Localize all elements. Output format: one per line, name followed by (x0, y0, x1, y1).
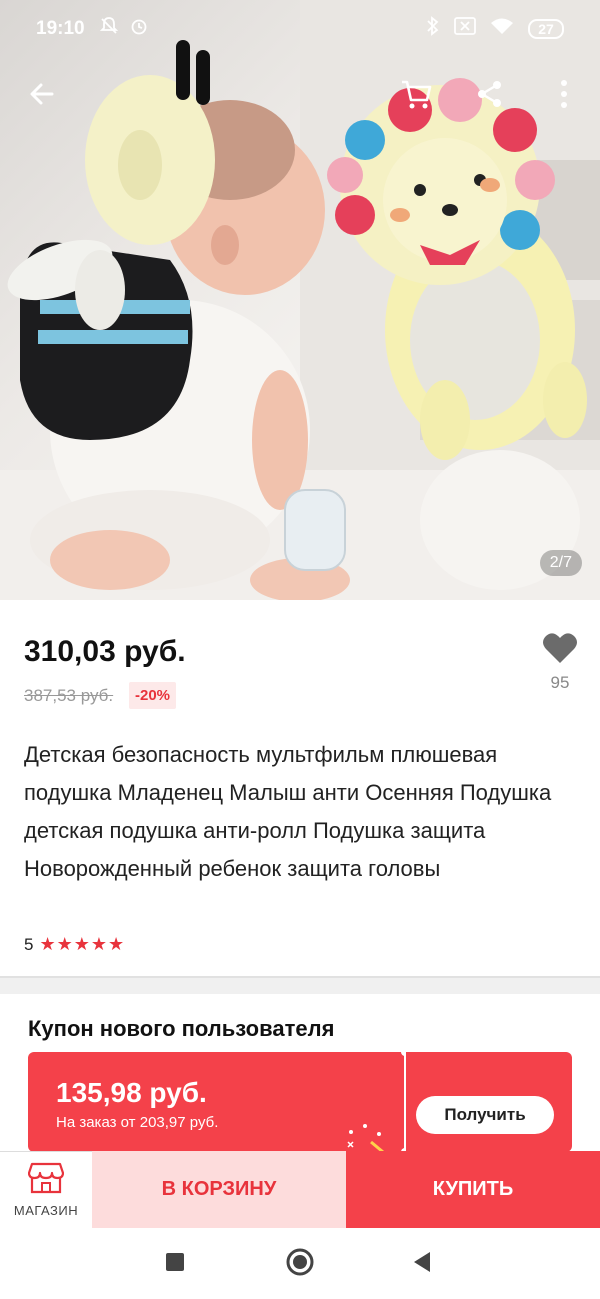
old-price: 387,53 руб. (24, 686, 114, 705)
nav-home-button[interactable] (282, 1246, 318, 1282)
rating-value: 5 (24, 934, 34, 954)
store-icon (27, 1162, 65, 1199)
bottom-action-bar: МАГАЗИН В КОРЗИНУ КУПИТЬ (0, 1151, 600, 1228)
product-info: 310,03 руб. 387,53 руб. -20% 95 Детская … (0, 600, 600, 976)
notifications-off-icon (99, 16, 119, 42)
rating[interactable]: 5 ★★★★★ (24, 934, 125, 955)
coupon-action-panel: Получить (406, 1052, 572, 1152)
heart-icon (542, 633, 578, 668)
rating-stars: ★★★★★ (39, 934, 126, 954)
product-image-gallery[interactable]: 19:10 27 2/7 (0, 0, 600, 600)
store-button[interactable]: МАГАЗИН (0, 1151, 92, 1228)
more-icon (559, 79, 569, 114)
cart-button[interactable] (392, 72, 440, 120)
store-label: МАГАЗИН (13, 1203, 79, 1218)
product-title: Детская безопасность мультфильм плюшевая… (24, 742, 552, 881)
wishlist-button[interactable]: 95 (540, 632, 580, 693)
nav-recents-button[interactable] (157, 1246, 193, 1282)
nav-back-button[interactable] (404, 1246, 440, 1282)
add-to-cart-button[interactable]: В КОРЗИНУ (92, 1151, 346, 1228)
back-arrow-icon (28, 80, 56, 113)
section-divider (0, 976, 600, 994)
coupon-condition: На заказ от 203,97 руб. (56, 1114, 219, 1131)
cart-icon (398, 76, 434, 117)
more-options-button[interactable] (540, 72, 588, 120)
coupon-section-title: Купон нового пользователя (28, 1016, 335, 1041)
wifi-icon (490, 17, 514, 41)
system-navigation-bar (0, 1228, 600, 1299)
share-button[interactable] (466, 72, 514, 120)
nav-home-icon (285, 1247, 315, 1282)
discount-badge: -20% (129, 682, 177, 709)
wishlist-count: 95 (550, 673, 570, 692)
confetti-icon (343, 1122, 393, 1152)
coupon-value-panel: 135,98 руб. На заказ от 203,97 руб. (28, 1052, 404, 1152)
share-icon (475, 79, 505, 114)
nav-recents-icon (165, 1252, 185, 1277)
coupon-amount: 135,98 руб. (56, 1077, 207, 1108)
gallery-counter: 2/7 (539, 550, 582, 576)
get-coupon-button[interactable]: Получить (416, 1096, 554, 1134)
status-time: 19:10 (36, 18, 85, 39)
new-user-coupon: 135,98 руб. На заказ от 203,97 руб. Полу… (28, 1052, 572, 1152)
battery-indicator: 27 (528, 19, 564, 39)
gallery-toolbar (0, 72, 600, 120)
bluetooth-icon (426, 16, 440, 42)
status-bar: 19:10 27 (0, 0, 600, 58)
alarm-icon (129, 16, 149, 42)
sim-icon (454, 17, 476, 41)
back-button[interactable] (18, 72, 66, 120)
buy-now-button[interactable]: КУПИТЬ (346, 1151, 600, 1228)
nav-back-icon (412, 1251, 432, 1278)
current-price: 310,03 руб. (24, 635, 186, 668)
